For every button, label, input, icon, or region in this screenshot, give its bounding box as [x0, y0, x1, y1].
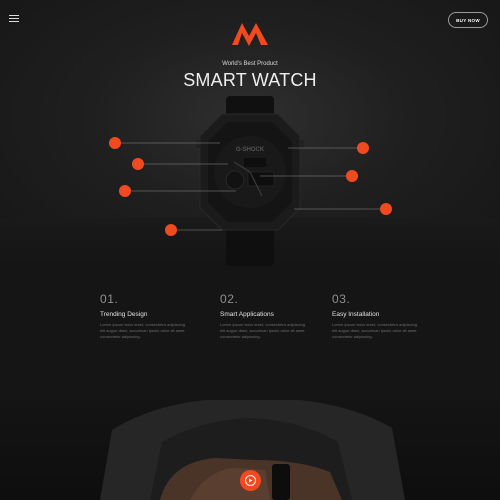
feature-description: Lorem ipsum dolor amet, consectetur adip… — [100, 322, 185, 339]
feature-item: 03. Easy Installation Lorem ipsum dolor … — [332, 292, 420, 340]
hotspot-marker[interactable] — [357, 142, 369, 154]
hotspot-marker[interactable] — [119, 185, 131, 197]
feature-description: Lorem ipsum dolor amet, consectetur adip… — [220, 322, 305, 339]
feature-number: 02. — [220, 292, 239, 306]
feature-item: 01. Trending Design Lorem ipsum dolor am… — [100, 292, 188, 340]
play-icon — [245, 475, 256, 486]
hotspot-marker[interactable] — [380, 203, 392, 215]
play-video-button[interactable] — [240, 470, 261, 491]
feature-title: Trending Design — [100, 311, 148, 318]
hotspot-layer — [109, 137, 392, 236]
hotspot-marker[interactable] — [132, 158, 144, 170]
feature-number: 03. — [332, 292, 351, 306]
feature-item: 02. Smart Applications Lorem ipsum dolor… — [220, 292, 308, 340]
feature-number: 01. — [100, 292, 119, 306]
feature-title: Smart Applications — [220, 311, 274, 318]
feature-title: Easy Installation — [332, 311, 380, 318]
feature-description: Lorem ipsum dolor amet, consectetur adip… — [332, 322, 417, 339]
hotspot-marker[interactable] — [165, 224, 177, 236]
hotspot-marker[interactable] — [109, 137, 121, 149]
hotspot-marker[interactable] — [346, 170, 358, 182]
